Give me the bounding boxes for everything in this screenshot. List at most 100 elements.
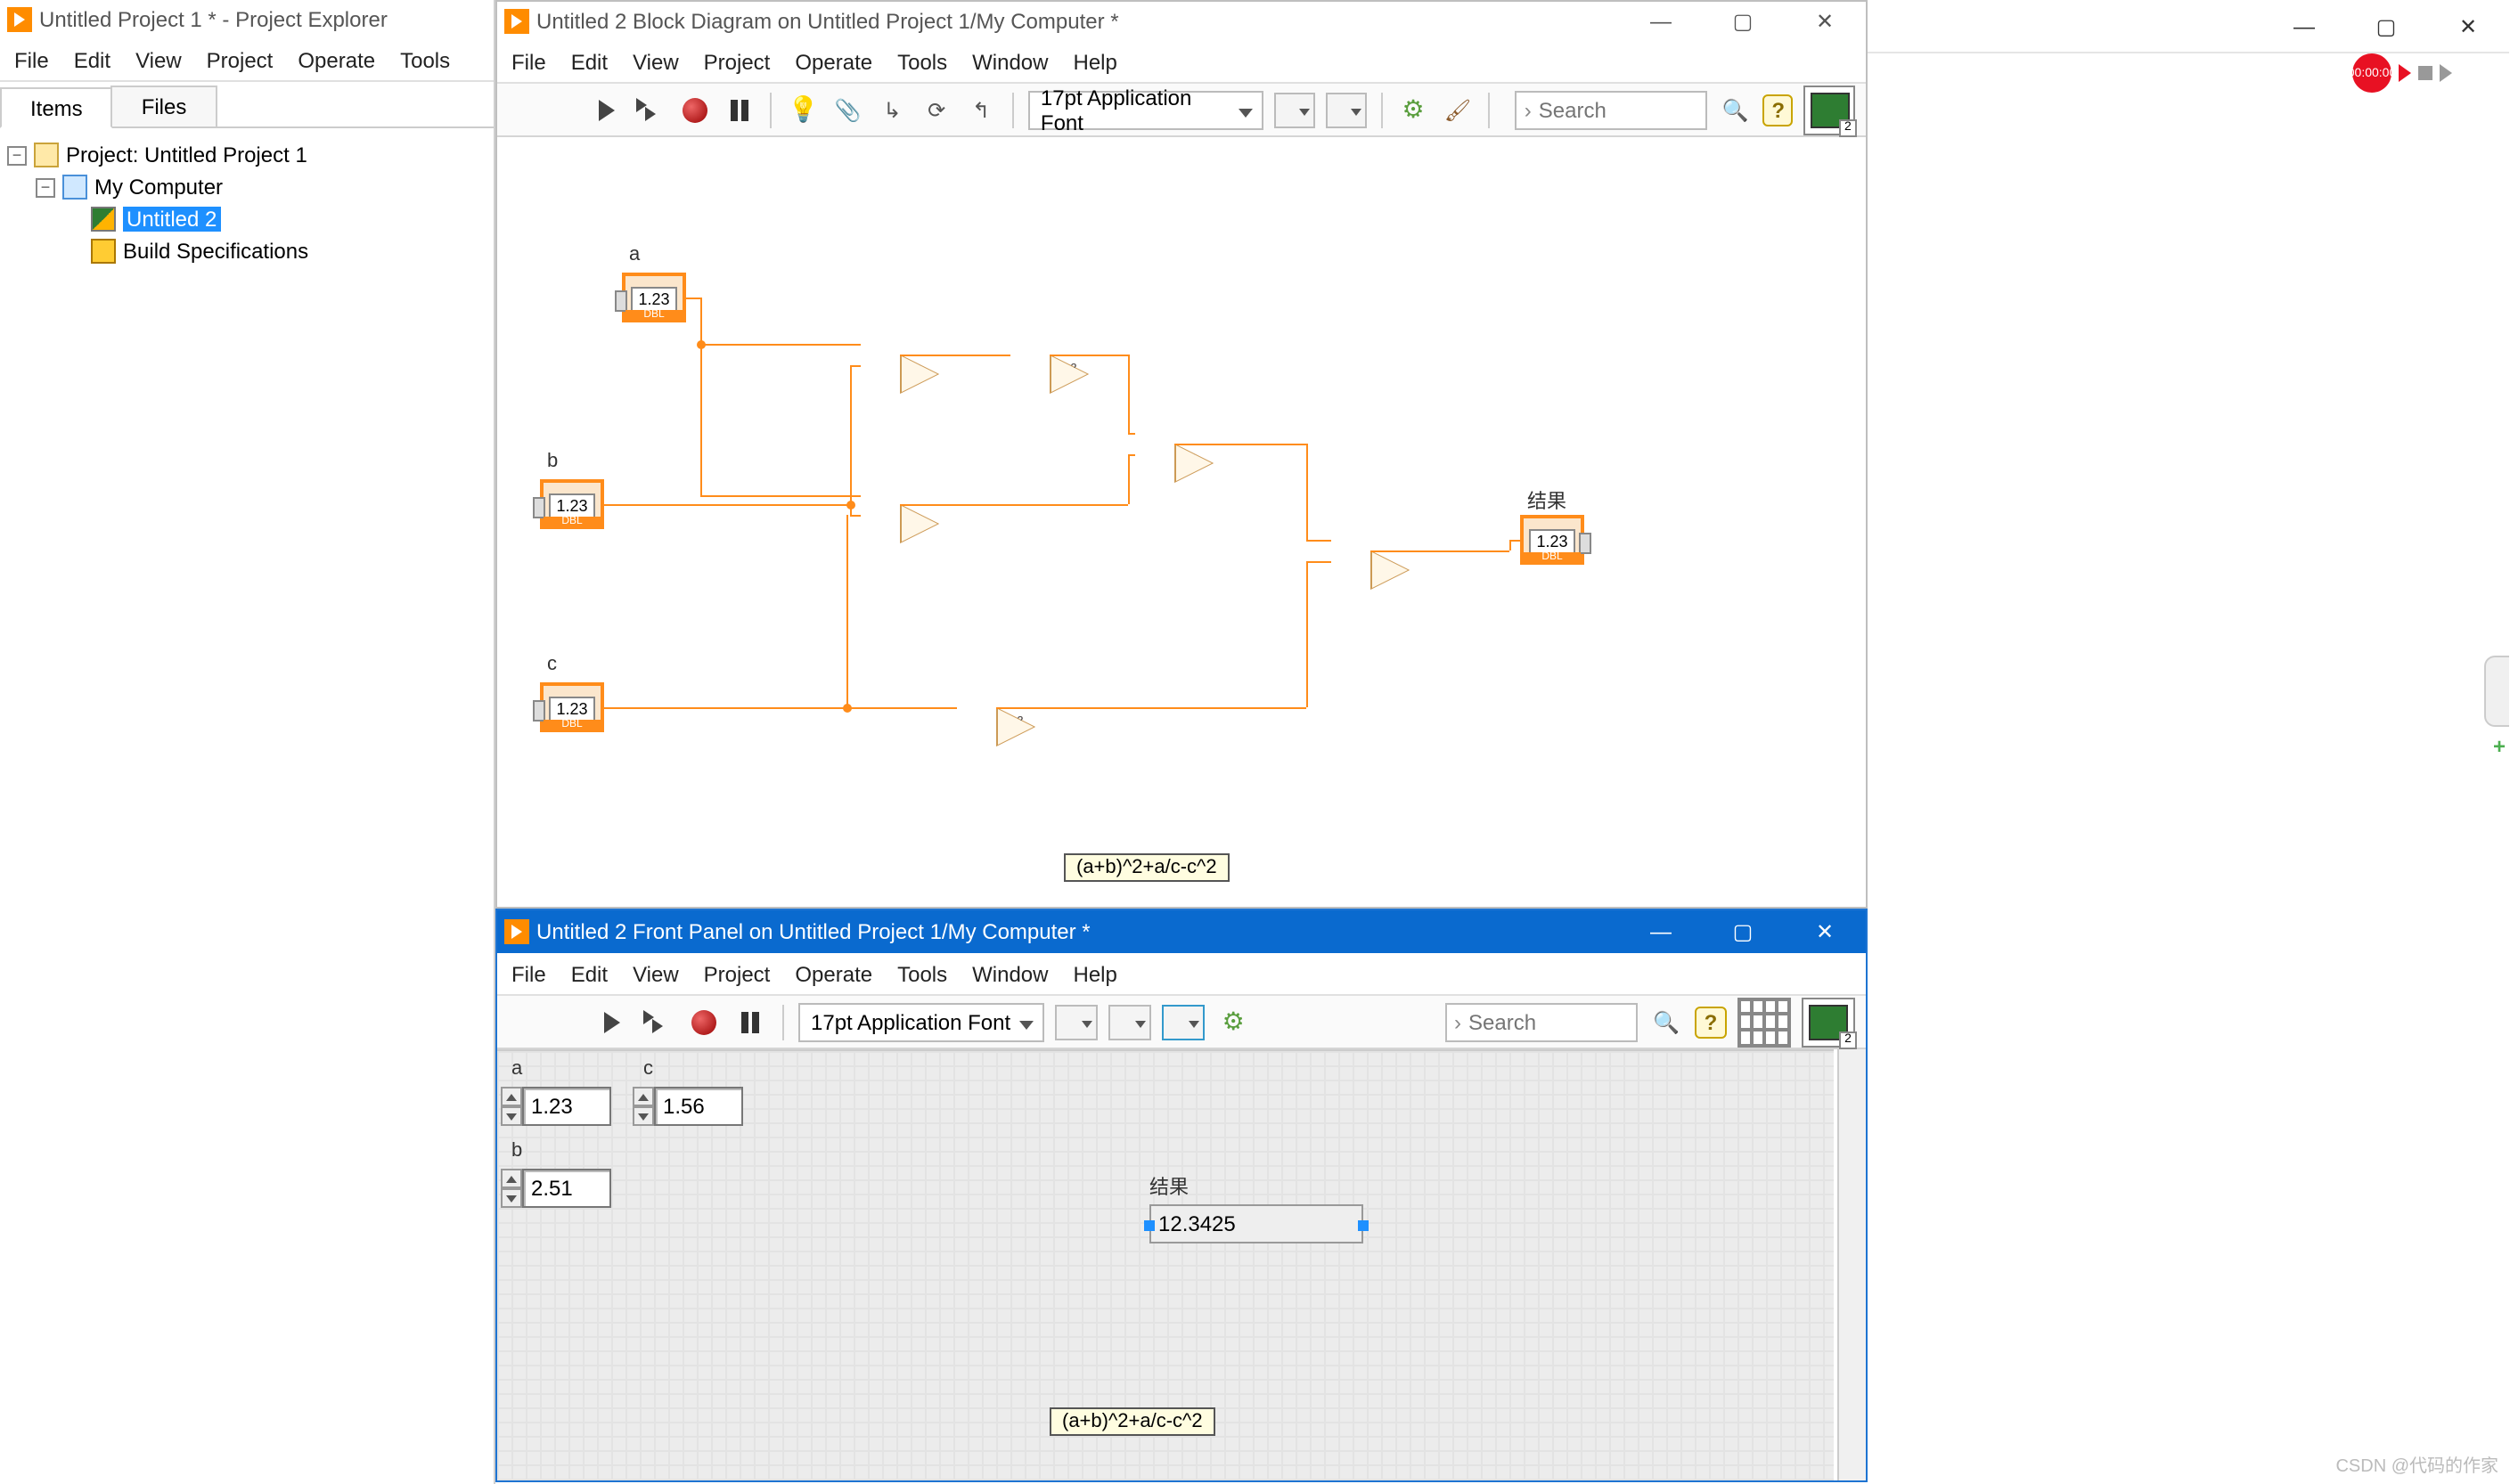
fp-distribute-button[interactable]	[1108, 1004, 1151, 1040]
fp-reorder-button[interactable]: ⚙	[1215, 1004, 1251, 1040]
retain-wire-button[interactable]: 📎	[831, 92, 865, 127]
record-play-icon[interactable]	[2399, 64, 2411, 82]
menu-operate[interactable]: Operate	[298, 47, 375, 72]
fp-pause-button[interactable]	[732, 1004, 768, 1040]
expand-icon[interactable]: −	[36, 177, 55, 197]
fp-close-button[interactable]: ✕	[1784, 910, 1866, 953]
fp-run-button[interactable]	[593, 1004, 629, 1040]
fp-search-input[interactable]	[1468, 1009, 1629, 1034]
fp-menu-help[interactable]: Help	[1074, 961, 1117, 986]
tree-build-spec[interactable]: Build Specifications	[7, 235, 486, 267]
menu-project[interactable]: Project	[207, 47, 274, 72]
search-scope-icon[interactable]: ›	[1454, 1009, 1461, 1034]
spin-up-icon[interactable]	[501, 1087, 522, 1106]
spin-down-icon[interactable]	[501, 1106, 522, 1126]
bd-minimize-button[interactable]: —	[1620, 2, 1702, 41]
fp-abort-button[interactable]	[686, 1004, 722, 1040]
op-subtract[interactable]: -	[1370, 550, 1410, 590]
context-help-button[interactable]: ?	[1763, 94, 1794, 126]
spin-up-icon[interactable]	[501, 1169, 522, 1188]
fp-run-continuously-button[interactable]	[640, 1004, 675, 1040]
step-into-button[interactable]: ↳	[875, 92, 909, 127]
fp-menu-tools[interactable]: Tools	[897, 961, 947, 986]
spinner-b[interactable]	[501, 1169, 522, 1208]
bd-maximize-button[interactable]: ▢	[1702, 2, 1784, 41]
fp-align-button[interactable]	[1055, 1004, 1098, 1040]
op-add-ab[interactable]: +	[900, 355, 939, 394]
record-stop-icon[interactable]	[2418, 66, 2432, 80]
tree-my-computer[interactable]: − My Computer	[7, 171, 486, 203]
search-input[interactable]	[1539, 97, 1699, 122]
project-explorer-titlebar[interactable]: Untitled Project 1 * - Project Explorer	[0, 0, 494, 39]
tab-items[interactable]: Items	[0, 87, 113, 128]
fp-search-box[interactable]: ›	[1445, 1002, 1638, 1041]
control-c-field[interactable]: 1.56	[654, 1087, 743, 1126]
fp-menu-operate[interactable]: Operate	[795, 961, 872, 986]
block-diagram-titlebar[interactable]: Untitled 2 Block Diagram on Untitled Pro…	[497, 2, 1866, 41]
fp-menu-file[interactable]: File	[511, 961, 546, 986]
fp-menu-edit[interactable]: Edit	[571, 961, 608, 986]
align-objects-button[interactable]	[1274, 92, 1315, 127]
highlight-execution-button[interactable]: 💡	[787, 92, 821, 127]
control-a[interactable]: 1.23	[501, 1087, 611, 1126]
record-timer[interactable]: 00:00:00	[2352, 53, 2391, 93]
fp-menu-view[interactable]: View	[633, 961, 679, 986]
front-panel-canvas[interactable]: a 1.23 c 1.56 b 2.51 结果 12.3425	[497, 1049, 1834, 1480]
menu-edit[interactable]: Edit	[74, 47, 110, 72]
tree-root[interactable]: − Project: Untitled Project 1	[7, 139, 486, 171]
spin-down-icon[interactable]	[501, 1188, 522, 1208]
bd-menu-tools[interactable]: Tools	[897, 49, 947, 74]
expand-icon[interactable]: −	[7, 145, 27, 165]
vi-icon-pane[interactable]: 2	[1804, 85, 1855, 135]
run-button[interactable]	[590, 92, 624, 127]
front-panel-titlebar[interactable]: Untitled 2 Front Panel on Untitled Proje…	[497, 910, 1866, 953]
terminal-result[interactable]: 1.23 DBL	[1520, 515, 1584, 565]
formula-label[interactable]: (a+b)^2+a/c-c^2	[1064, 853, 1230, 882]
control-c[interactable]: 1.56	[633, 1087, 743, 1126]
menu-file[interactable]: File	[14, 47, 49, 72]
side-panel-add-icon[interactable]: +	[2493, 734, 2506, 759]
bd-menu-project[interactable]: Project	[704, 49, 771, 74]
abort-button[interactable]	[678, 92, 712, 127]
connector-pane-icon[interactable]	[1737, 997, 1791, 1047]
search-box[interactable]: ›	[1516, 90, 1708, 129]
fp-vertical-scrollbar[interactable]	[1837, 1049, 1866, 1480]
menu-view[interactable]: View	[135, 47, 182, 72]
host-maximize-button[interactable]: ▢	[2345, 0, 2427, 53]
op-divide-ac[interactable]: ÷	[900, 504, 939, 543]
terminal-a[interactable]: 1.23 DBL	[622, 273, 686, 322]
step-over-button[interactable]: ⟳	[920, 92, 953, 127]
spin-up-icon[interactable]	[633, 1087, 654, 1106]
bd-menu-window[interactable]: Window	[972, 49, 1048, 74]
search-scope-icon[interactable]: ›	[1525, 97, 1532, 122]
control-b-field[interactable]: 2.51	[522, 1169, 611, 1208]
block-diagram-canvas[interactable]: a 1.23 DBL b 1.23 DBL c 1.23 DBL 结果 1.23…	[497, 137, 1866, 907]
pause-button[interactable]	[723, 92, 756, 127]
op-add-top[interactable]: +	[1174, 444, 1214, 483]
bd-menu-edit[interactable]: Edit	[571, 49, 608, 74]
terminal-b[interactable]: 1.23 DBL	[540, 479, 604, 529]
selection-handle-icon[interactable]	[1358, 1220, 1369, 1231]
distribute-objects-button[interactable]	[1326, 92, 1367, 127]
reorder-button[interactable]: 🖌	[1441, 92, 1475, 127]
host-close-button[interactable]: ✕	[2427, 0, 2509, 53]
fp-resize-button[interactable]	[1162, 1004, 1205, 1040]
menu-tools[interactable]: Tools	[400, 47, 450, 72]
tab-files[interactable]: Files	[111, 86, 217, 126]
fp-minimize-button[interactable]: —	[1620, 910, 1702, 953]
tree-vi-item[interactable]: Untitled 2	[7, 203, 486, 235]
fp-context-help-button[interactable]: ?	[1695, 1006, 1727, 1038]
font-selector[interactable]: 17pt Application Font	[1028, 90, 1263, 129]
record-mark-icon[interactable]	[2440, 64, 2452, 82]
bd-menu-file[interactable]: File	[511, 49, 546, 74]
selection-handle-icon[interactable]	[1144, 1220, 1155, 1231]
step-out-button[interactable]: ↰	[964, 92, 998, 127]
spinner-a[interactable]	[501, 1087, 522, 1126]
fp-font-selector[interactable]: 17pt Application Font	[798, 1002, 1044, 1041]
fp-menu-project[interactable]: Project	[704, 961, 771, 986]
fp-formula-label[interactable]: (a+b)^2+a/c-c^2	[1050, 1407, 1215, 1436]
spinner-c[interactable]	[633, 1087, 654, 1126]
run-continuously-button[interactable]	[634, 92, 667, 127]
bd-close-button[interactable]: ✕	[1784, 2, 1866, 41]
fp-menu-window[interactable]: Window	[972, 961, 1048, 986]
